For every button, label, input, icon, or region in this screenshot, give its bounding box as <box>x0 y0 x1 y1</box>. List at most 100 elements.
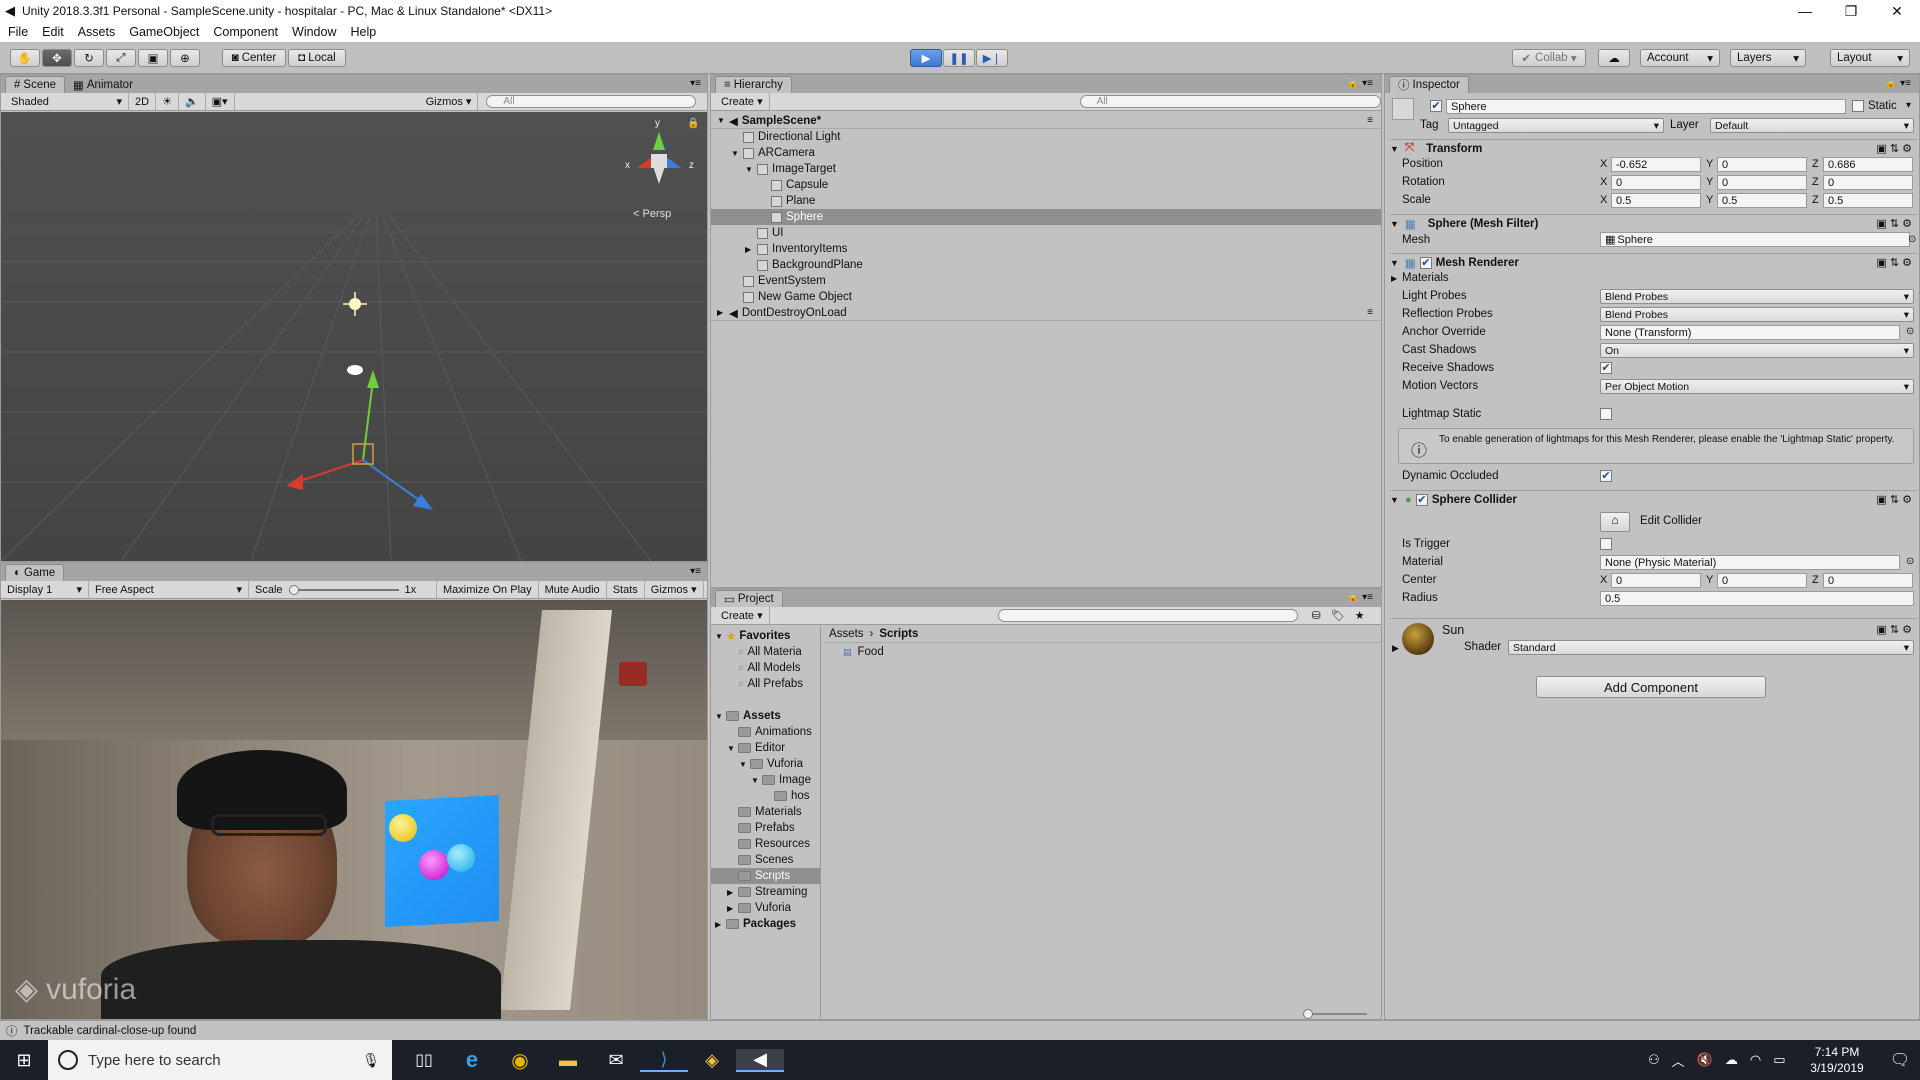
hierarchy-item[interactable]: Sphere <box>711 209 1381 225</box>
hierarchy-item[interactable]: Directional Light <box>711 129 1381 145</box>
pivot-center-button[interactable]: ◙ Center <box>222 49 286 67</box>
add-component-button[interactable]: Add Component <box>1536 676 1766 698</box>
transform-scale-x-field[interactable]: 0.5 <box>1611 193 1701 208</box>
hierarchy-item[interactable]: Plane <box>711 193 1381 209</box>
volume-muted-icon[interactable]: 🔇 <box>1697 1052 1713 1068</box>
component-settings-icon[interactable]: ▣ ⇅ ⚙ <box>1876 217 1912 230</box>
mesh-renderer-enabled-checkbox[interactable]: ✔ <box>1419 256 1432 269</box>
renderer-dropdown[interactable]: On ▾ <box>1600 343 1914 358</box>
project-tree-item[interactable]: Scenes <box>711 852 820 868</box>
favorite-star-icon[interactable]: ★ <box>1355 609 1365 622</box>
expand-arrow-icon[interactable]: ▼ <box>745 165 757 174</box>
center-z-field[interactable]: 0 <box>1823 573 1913 588</box>
component-settings-icon[interactable]: ▣ ⇅ ⚙ <box>1876 256 1912 269</box>
lightmap-static-checkbox[interactable] <box>1600 408 1612 420</box>
transform-rotation-x-field[interactable]: 0 <box>1611 175 1701 190</box>
component-settings-icon[interactable]: ▣ ⇅ ⚙ <box>1876 142 1912 155</box>
renderer-dropdown[interactable]: Blend Probes ▾ <box>1600 307 1914 322</box>
static-checkbox[interactable] <box>1852 100 1864 112</box>
expand-arrow-icon[interactable]: ▶ <box>745 245 757 254</box>
hierarchy-item[interactable]: BackgroundPlane <box>711 257 1381 273</box>
expand-arrow-icon[interactable]: ▶ <box>727 904 738 913</box>
people-icon[interactable]: ⚇ <box>1648 1052 1660 1068</box>
hand-tool-icon[interactable]: ✋ <box>10 49 40 67</box>
object-picker-icon[interactable]: ⊙ <box>1906 326 1914 337</box>
scale-tool-icon[interactable]: ⤢ <box>106 49 136 67</box>
project-tree-item[interactable]: Materials <box>711 804 820 820</box>
object-name-field[interactable]: Sphere <box>1446 99 1846 114</box>
menu-component[interactable]: Component <box>213 25 278 39</box>
maximize-button[interactable]: ❐ <box>1828 0 1874 22</box>
breadcrumb-scripts[interactable]: Scripts <box>879 628 918 640</box>
project-tree-item[interactable]: ▼ ★ Favorites <box>711 628 820 644</box>
toggle-2d-button[interactable]: 2D <box>129 92 157 111</box>
transform-scale-y-field[interactable]: 0.5 <box>1717 193 1807 208</box>
persp-label[interactable]: < Persp <box>633 208 671 220</box>
tab-hierarchy[interactable]: ≡ Hierarchy <box>715 76 792 93</box>
dynamic-occluded-checkbox[interactable]: ✔ <box>1600 470 1612 482</box>
collider-material-field[interactable]: None (Physic Material) <box>1600 555 1900 570</box>
center-x-field[interactable]: 0 <box>1611 573 1701 588</box>
hierarchy-item[interactable]: New Game Object <box>711 289 1381 305</box>
project-tree-item[interactable]: Resources <box>711 836 820 852</box>
expand-arrow-icon[interactable]: ▶ <box>715 920 726 929</box>
unity-hub-icon[interactable]: ◈ <box>688 1050 736 1071</box>
center-y-field[interactable]: 0 <box>1717 573 1807 588</box>
expand-arrow-icon[interactable]: ▼ <box>731 149 743 158</box>
menu-window[interactable]: Window <box>292 25 336 39</box>
menu-file[interactable]: File <box>8 25 28 39</box>
hierarchy-item[interactable]: Capsule <box>711 177 1381 193</box>
transform-tool-icon[interactable]: ⊕ <box>170 49 200 67</box>
project-tree-item[interactable] <box>711 692 820 708</box>
expand-arrow-icon[interactable]: ▼ <box>751 776 762 785</box>
scene-menu-icon[interactable]: ≡ <box>1367 307 1373 318</box>
project-tree-item[interactable]: ▶ Packages <box>711 916 820 932</box>
layers-dropdown[interactable]: Layers ▾ <box>1730 49 1806 67</box>
hierarchy-item[interactable]: ▶ InventoryItems <box>711 241 1381 257</box>
lock-icon[interactable]: 🔒 <box>687 118 699 129</box>
file-explorer-icon[interactable]: ▬ <box>544 1050 592 1071</box>
menu-assets[interactable]: Assets <box>78 25 116 39</box>
hierarchy-item[interactable]: ▼ ◀ SampleScene* ≡ <box>711 113 1381 129</box>
pivot-local-button[interactable]: ◘ Local <box>288 49 346 67</box>
icon-size-slider[interactable] <box>1303 1009 1367 1019</box>
project-tree-item[interactable]: ⌕ All Materia <box>711 644 820 660</box>
component-settings-icon[interactable]: ▣ ⇅ ⚙ <box>1876 493 1912 506</box>
display-dropdown[interactable]: Display 1 ▾ <box>1 580 89 599</box>
anchor-override-field[interactable]: None (Transform) <box>1600 325 1900 340</box>
expand-arrow-icon[interactable]: ▶ <box>717 308 729 317</box>
notifications-icon[interactable]: 🗨 <box>1880 1040 1920 1080</box>
hierarchy-item[interactable]: ▶ ◀ DontDestroyOnLoad ≡ <box>711 305 1381 321</box>
tab-project[interactable]: ▭ Project <box>715 590 783 607</box>
edge-browser-icon[interactable]: e <box>448 1047 496 1073</box>
step-button[interactable]: ▶❘ <box>976 49 1008 67</box>
expand-arrow-icon[interactable]: ▼ <box>715 712 726 721</box>
project-create-dropdown[interactable]: Create ▾ <box>715 606 770 625</box>
lighting-icon[interactable]: ☀ <box>156 92 179 111</box>
tab-animator[interactable]: ▦ Animator <box>65 76 141 93</box>
expand-arrow-icon[interactable]: ▼ <box>739 760 750 769</box>
breadcrumb-assets[interactable]: Assets <box>829 628 864 640</box>
hierarchy-create-dropdown[interactable]: Create ▾ <box>715 92 770 111</box>
component-settings-icon[interactable]: ▣ ⇅ ⚙ <box>1876 623 1912 636</box>
microphone-icon[interactable]: 🎙 <box>362 1052 380 1069</box>
visual-studio-code-icon[interactable]: ⟩ <box>640 1049 688 1072</box>
panel-menu-icon[interactable]: 🔒 ▾≡ <box>1347 78 1373 89</box>
project-tree-item[interactable]: Animations <box>711 724 820 740</box>
shader-dropdown[interactable]: Standard ▾ <box>1508 640 1914 655</box>
scene-menu-icon[interactable]: ≡ <box>1367 115 1373 126</box>
project-tree-item[interactable]: ⌕ All Models <box>711 660 820 676</box>
tab-inspector[interactable]: ⓘ Inspector <box>1389 76 1469 93</box>
receive-shadows-checkbox[interactable]: ✔ <box>1600 362 1612 374</box>
game-gizmos-dropdown[interactable]: Gizmos ▾ <box>645 580 704 599</box>
filter-label-icon[interactable]: 🏷 <box>1331 609 1345 622</box>
transform-position-x-field[interactable]: -0.652 <box>1611 157 1701 172</box>
mesh-renderer-header[interactable]: ▼ ▦ ✔ Mesh Renderer ▣ ⇅ ⚙ <box>1390 253 1918 271</box>
expand-arrow-icon[interactable]: ▶ <box>1391 274 1397 283</box>
renderer-dropdown[interactable]: Per Object Motion ▾ <box>1600 379 1914 394</box>
expand-arrow-icon[interactable]: ▶ <box>1392 643 1399 654</box>
mute-audio-toggle[interactable]: Mute Audio <box>539 580 607 599</box>
renderer-dropdown[interactable]: Blend Probes ▾ <box>1600 289 1914 304</box>
expand-arrow-icon[interactable]: ▶ <box>727 888 738 897</box>
panel-menu-icon[interactable]: ▾≡ <box>690 566 701 577</box>
